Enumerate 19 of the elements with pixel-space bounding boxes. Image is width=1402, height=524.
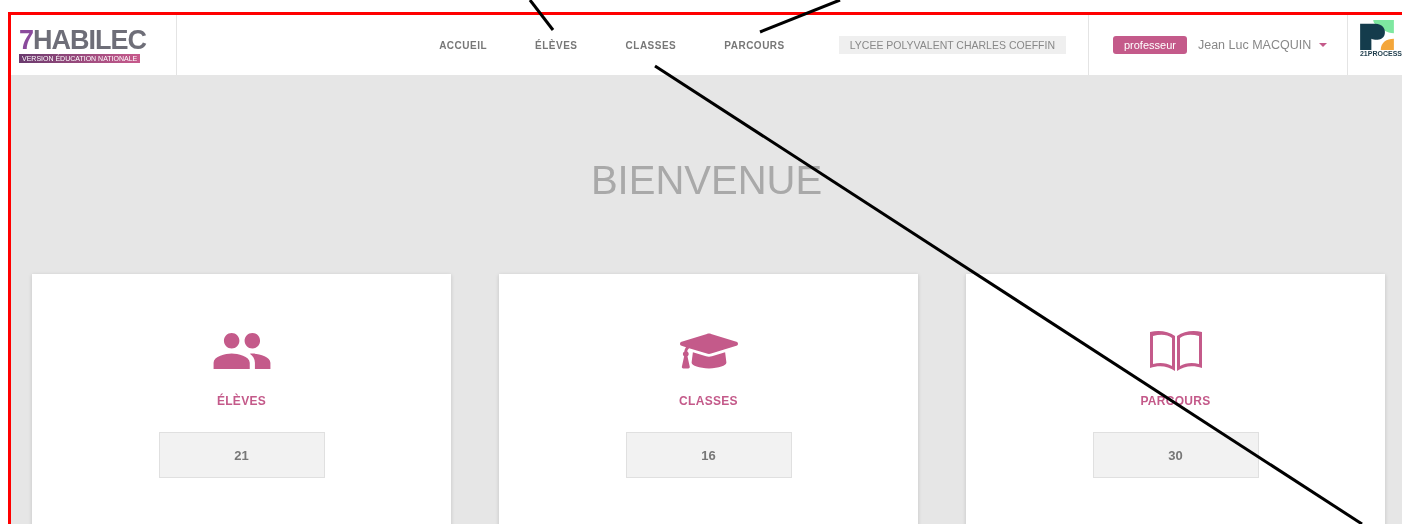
- card-label: CLASSES: [679, 394, 738, 408]
- annotation-line: [528, 0, 555, 31]
- nav-link[interactable]: PARCOURS: [700, 39, 809, 51]
- count-value: 21: [158, 432, 325, 478]
- school-name: LYCEE POLYVALENT CHARLES COEFFIN: [838, 36, 1066, 54]
- user-menu[interactable]: Jean Luc MACQUIN: [1197, 38, 1328, 52]
- card-label: ÉLÈVES: [216, 394, 267, 408]
- summary-card[interactable]: CLASSES 16: [499, 274, 918, 524]
- role-badge: professeur: [1112, 36, 1187, 54]
- count-value: 16: [625, 432, 792, 478]
- count-value: 30: [1092, 432, 1259, 478]
- caret-icon: [1319, 43, 1328, 47]
- partner-logo-icon: [1359, 20, 1394, 50]
- welcome-title: BIENVENUE: [589, 157, 824, 204]
- summary-card[interactable]: ÉLÈVES 21: [32, 274, 451, 524]
- nav-link[interactable]: ACCUEIL: [415, 39, 512, 51]
- nav-link[interactable]: ÉLÈVES: [511, 39, 602, 51]
- logo-wordmark[interactable]: 7HABILEC: [19, 27, 176, 53]
- nav-link[interactable]: CLASSES: [601, 39, 701, 51]
